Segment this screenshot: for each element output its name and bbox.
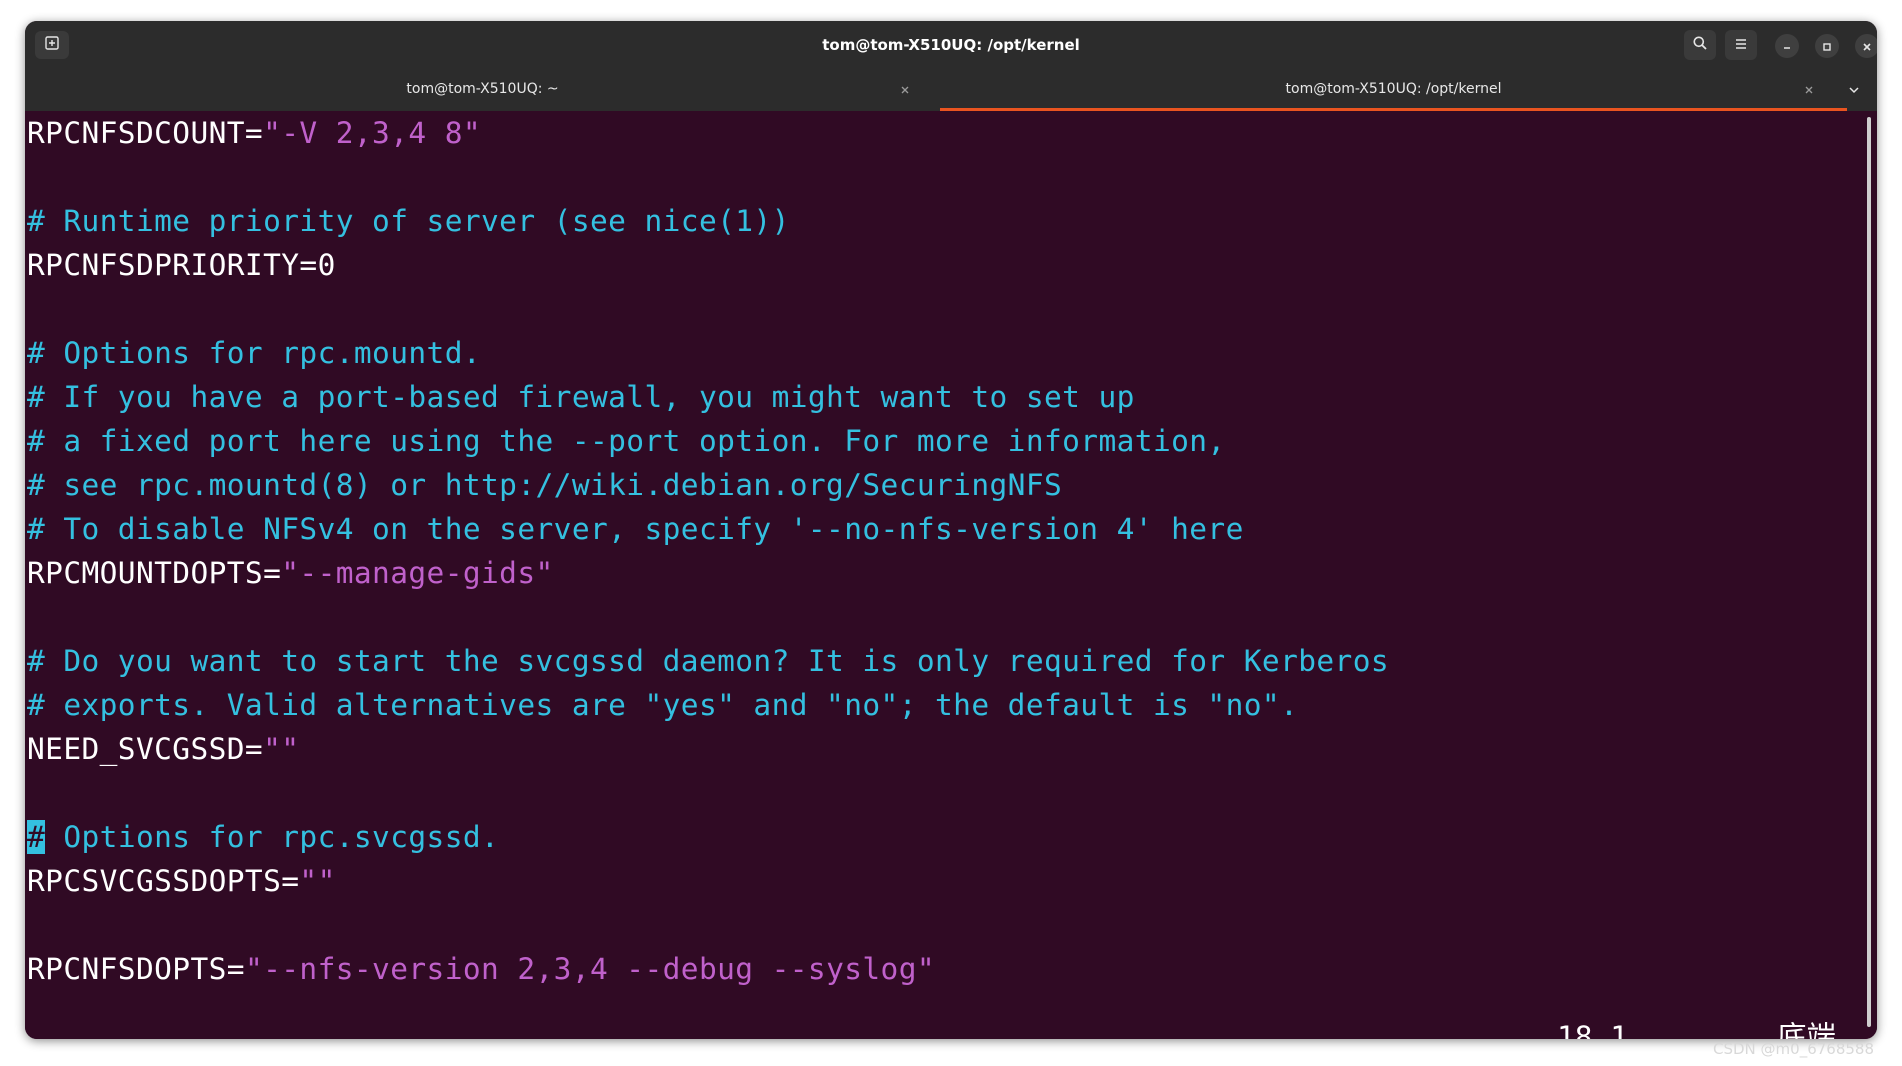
tab-list-button[interactable] [1843,79,1865,101]
terminal-content[interactable]: RPCNFSDCOUNT="-V 2,3,4 8" # Runtime prior… [25,111,1877,1039]
code-segment: RPCMOUNTDOPTS= [27,556,282,590]
editor-line: # a fixed port here using the --port opt… [27,419,1226,463]
search-icon [1692,35,1708,55]
minimize-button[interactable] [1775,34,1799,58]
code-segment: RPCNFSDCOUNT= [27,116,264,150]
code-segment: "--manage-gids" [281,556,554,590]
code-segment: # Options for rpc.mountd. [27,336,482,370]
window-title: tom@tom-X510UQ: /opt/kernel [822,36,1080,54]
code-segment: "--nfs-version 2,3,4 --debug --syslog" [244,952,936,986]
maximize-icon [1822,37,1832,56]
tab-home[interactable]: tom@tom-X510UQ: ~ [25,69,940,111]
terminal-window: tom@tom-X510UQ: /opt/kernel tom@tom-X510… [25,21,1877,1039]
code-segment: # To disable NFSv4 on the server, specif… [27,512,1244,546]
close-icon [1862,37,1872,56]
code-segment: NEED_SVCGSSD= [27,732,264,766]
code-segment: Options for rpc.svcgssd. [45,820,500,854]
new-tab-button[interactable] [35,31,69,59]
code-segment: "-V 2,3,4 8" [263,116,482,150]
scrollbar[interactable] [1867,117,1871,1027]
hamburger-menu-icon [1734,36,1748,55]
code-segment: RPCNFSDPRIORITY=0 [27,248,336,282]
code-segment: "" [299,864,336,898]
code-segment: # see rpc.mountd(8) or http://wiki.debia… [27,468,1063,502]
new-tab-icon [44,35,60,55]
editor-line: RPCNFSDPRIORITY=0 [27,243,336,287]
editor-line: RPCNFSDOPTS="--nfs-version 2,3,4 --debug… [27,947,935,991]
editor-line: # Runtime priority of server (see nice(1… [27,199,790,243]
tab-close-button[interactable] [1800,80,1818,98]
tab-label: tom@tom-X510UQ: /opt/kernel [1285,81,1502,97]
editor-line: # If you have a port-based firewall, you… [27,375,1135,419]
tab-label: tom@tom-X510UQ: ~ [406,81,559,97]
editor-line: RPCSVCGSSDOPTS="" [27,859,336,903]
chevron-down-icon [1848,81,1860,100]
minimize-icon [1782,37,1792,56]
editor-line: # exports. Valid alternatives are "yes" … [27,683,1298,727]
editor-line: # To disable NFSv4 on the server, specif… [27,507,1244,551]
search-button[interactable] [1684,30,1716,60]
menu-button[interactable] [1725,30,1757,60]
close-window-button[interactable] [1855,34,1877,58]
code-segment: # Runtime priority of server (see nice(1… [27,204,790,238]
editor-line: RPCMOUNTDOPTS="--manage-gids" [27,551,554,595]
code-segment: "" [263,732,300,766]
text-cursor: # [27,820,46,854]
editor-line: # Options for rpc.mountd. [27,331,481,375]
editor-line: # Options for rpc.svcgssd. [27,815,499,859]
cursor-position: 18,1 [1557,1020,1629,1039]
editor-line: # see rpc.mountd(8) or http://wiki.debia… [27,463,1062,507]
maximize-button[interactable] [1815,34,1839,58]
title-bar: tom@tom-X510UQ: /opt/kernel [25,21,1877,69]
code-segment: # exports. Valid alternatives are "yes" … [27,688,1299,722]
code-segment: RPCNFSDOPTS= [27,952,245,986]
tab-close-button[interactable] [896,80,914,98]
tab-bar: tom@tom-X510UQ: ~ tom@tom-X510UQ: /opt/k… [25,69,1877,111]
close-icon [900,80,910,99]
watermark: CSDN @m0_6768588 [1713,1040,1874,1058]
code-segment: RPCSVCGSSDOPTS= [27,864,300,898]
code-segment: # Do you want to start the svcgssd daemo… [27,644,1390,678]
editor-line: # Do you want to start the svcgssd daemo… [27,639,1389,683]
scroll-indicator: 底端 [1777,1020,1837,1039]
editor-line: RPCNFSDCOUNT="-V 2,3,4 8" [27,111,481,155]
tab-kernel[interactable]: tom@tom-X510UQ: /opt/kernel [940,69,1847,111]
code-segment: # a fixed port here using the --port opt… [27,424,1226,458]
close-icon [1804,80,1814,99]
editor-line: NEED_SVCGSSD="" [27,727,299,771]
code-segment: # If you have a port-based firewall, you… [27,380,1135,414]
